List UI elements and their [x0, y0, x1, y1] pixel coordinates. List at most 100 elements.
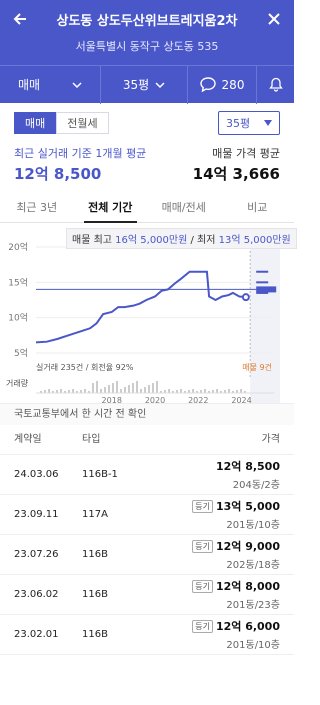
- row-price: 12억 6,000: [215, 620, 280, 633]
- tab-recent-3y[interactable]: 최근 3년: [0, 193, 74, 222]
- registered-badge: 등기: [192, 619, 213, 633]
- comments-button[interactable]: 280: [188, 77, 256, 92]
- volume-bar: [136, 381, 138, 393]
- y-tick-label: 5억: [14, 347, 28, 359]
- table-row[interactable]: 24.03.06 116B-1 12억 8,500 204동/2층: [0, 455, 294, 495]
- row-type: 116B: [82, 589, 108, 600]
- recent-avg-value: 12억 8,500: [14, 165, 102, 183]
- volume-bar: [168, 389, 170, 393]
- table-row[interactable]: 23.07.26 116B 등기 12억 9,000 202동/18층: [0, 535, 294, 575]
- data-source-note: 국토교통부에서 한 시간 전 확인: [0, 403, 294, 425]
- address: 서울특별시 동작구 상도동 535: [75, 40, 219, 53]
- row-price: 12억 8,500: [215, 460, 280, 473]
- volume-bar: [96, 381, 98, 393]
- row-floor: 201동/10층: [226, 520, 280, 531]
- row-date: 23.09.11: [14, 509, 59, 520]
- x-tick-label: 2018: [102, 396, 122, 403]
- volume-bar: [156, 381, 158, 393]
- volume-bar: [216, 389, 218, 393]
- row-type: 116B: [82, 549, 108, 560]
- recent-avg-label: 최근 실거래 기준 1개월 평균: [14, 147, 147, 160]
- volume-label: 거래량: [6, 378, 29, 388]
- trade-type-dropdown[interactable]: 매매: [0, 76, 100, 93]
- tab-compare[interactable]: 비교: [221, 193, 295, 222]
- volume-bar: [132, 383, 134, 393]
- volume-bar: [116, 381, 118, 393]
- volume-bar: [148, 385, 150, 393]
- listing-price-mark: [256, 281, 269, 284]
- table-row[interactable]: 23.06.02 116B 등기 12억 8,000 201동/23층: [0, 575, 294, 615]
- volume-bar: [112, 383, 114, 393]
- row-price-cell: 등기 12억 6,000 201동/10층: [192, 618, 280, 651]
- listing-price-mark: [256, 291, 269, 294]
- size-select[interactable]: 35평: [218, 111, 280, 135]
- table-row[interactable]: 23.02.01 116B 등기 12억 6,000 201동/10층: [0, 615, 294, 655]
- chevron-down-icon: [155, 81, 165, 88]
- row-floor: 201동/23층: [226, 600, 280, 611]
- speech-bubble-icon: [199, 77, 216, 92]
- app-header: 상도동 상도두산위브트레지움2차 서울특별시 동작구 상도동 535 매매 35…: [0, 0, 294, 104]
- volume-bar: [120, 389, 122, 393]
- volume-bar: [100, 389, 102, 393]
- tooltip-max: 16억 5,000만원: [115, 235, 188, 246]
- volume-bar: [108, 385, 110, 393]
- x-tick-label: 2022: [188, 396, 208, 403]
- registered-badge: 등기: [192, 499, 213, 513]
- row-floor: 204동/2층: [232, 480, 280, 491]
- row-price-cell: 등기 13억 5,000 201동/10층: [192, 498, 280, 531]
- row-floor: 202동/18층: [226, 560, 280, 571]
- row-date: 23.07.26: [14, 549, 59, 560]
- volume-bar: [240, 389, 242, 393]
- price-chart[interactable]: 20억 15억 10억 5억 실거래 235건 / 회전율 92% 매물 9건 거래량 201…: [0, 223, 297, 403]
- notification-button[interactable]: [257, 77, 294, 92]
- listing-price-mark: [256, 286, 277, 293]
- y-tick-label: 20억: [8, 241, 28, 253]
- listing-avg-value: 14억 3,666: [192, 165, 280, 183]
- listing-region: [250, 243, 280, 403]
- header-top: 상도동 상도두산위브트레지움2차: [0, 0, 294, 38]
- row-price: 12억 8,000: [215, 580, 280, 593]
- tooltip-prefix: 매물 최고: [72, 235, 116, 246]
- bell-icon: [268, 77, 283, 92]
- size-label: 35평: [122, 78, 150, 92]
- volume-bar: [84, 389, 86, 393]
- x-tick-label: 2024: [231, 396, 251, 403]
- header-price: 가격: [261, 434, 280, 445]
- size-dropdown[interactable]: 35평: [101, 76, 187, 93]
- row-type: 116B: [82, 629, 108, 640]
- caret-down-icon: [264, 120, 273, 126]
- listing-count-label: 매물 9건: [242, 362, 272, 372]
- volume-bar: [228, 389, 230, 393]
- row-price: 13억 5,000: [215, 500, 280, 513]
- price-summary: 최근 실거래 기준 1개월 평균 12억 8,500 매물 가격 평균 14억 …: [0, 143, 294, 193]
- seg-sale[interactable]: 매매: [14, 112, 57, 134]
- tab-all-period[interactable]: 전체 기간: [74, 193, 148, 223]
- back-arrow-icon[interactable]: [10, 9, 30, 29]
- close-icon[interactable]: [264, 9, 284, 29]
- listing-price-mark: [256, 270, 269, 273]
- volume-bar: [204, 389, 206, 393]
- comment-count: 280: [221, 77, 245, 92]
- filter-row: 매매 전월세 35평: [0, 103, 294, 143]
- last-point-marker: [241, 293, 250, 302]
- period-tabs: 최근 3년 전체 기간 매매/전세 비교: [0, 193, 294, 223]
- row-type: 116B-1: [82, 469, 118, 480]
- page-title: 상도동 상도두산위브트레지움2차: [56, 13, 238, 29]
- tab-sale-lease[interactable]: 매매/전세: [147, 193, 221, 222]
- row-price-cell: 12억 8,500 204동/2층: [216, 458, 280, 491]
- volume-bar: [48, 389, 50, 393]
- row-price: 12억 9,000: [215, 540, 280, 553]
- tooltip-mid: / 최저: [187, 235, 219, 246]
- volume-bar: [72, 389, 74, 393]
- volume-bar: [128, 385, 130, 393]
- registered-badge: 등기: [192, 539, 213, 553]
- trade-count-label: 실거래 235건 / 회전율 92%: [36, 362, 134, 372]
- volume-bar: [124, 387, 126, 393]
- row-price-cell: 등기 12억 9,000 202동/18층: [192, 538, 280, 571]
- row-floor: 201동/10층: [226, 640, 280, 651]
- seg-rent[interactable]: 전월세: [56, 112, 109, 134]
- table-row[interactable]: 23.09.11 117A 등기 13억 5,000 201동/10층: [0, 495, 294, 535]
- row-price-cell: 등기 12억 8,000 201동/23층: [192, 578, 280, 611]
- volume-bar: [104, 387, 106, 393]
- volume-bar: [144, 387, 146, 393]
